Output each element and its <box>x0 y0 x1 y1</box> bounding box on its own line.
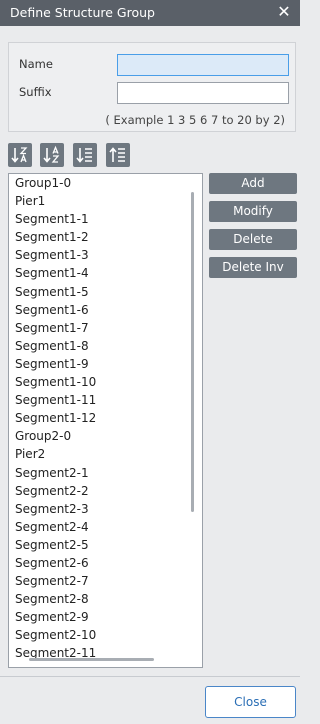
list-item[interactable]: Segment1-1 <box>9 210 202 228</box>
example-hint: ( Example 1 3 5 6 7 to 20 by 2) <box>105 113 285 127</box>
suffix-label: Suffix <box>19 85 52 99</box>
list-item[interactable]: Segment1-8 <box>9 337 202 355</box>
list-item[interactable]: Pier1 <box>9 192 202 210</box>
footer-divider <box>0 676 300 677</box>
title-bar: Define Structure Group ✕ <box>0 0 300 26</box>
add-button[interactable]: Add <box>209 173 297 194</box>
list-item[interactable]: Segment2-8 <box>9 590 202 608</box>
list-item[interactable]: Segment2-4 <box>9 518 202 536</box>
list-item[interactable]: Segment1-3 <box>9 246 202 264</box>
delete-button[interactable]: Delete <box>209 229 297 250</box>
list-item[interactable]: Pier2 <box>9 445 202 463</box>
list-item[interactable]: Segment1-2 <box>9 228 202 246</box>
sort-ascending-icon[interactable] <box>106 143 130 167</box>
list-item[interactable]: Segment1-6 <box>9 301 202 319</box>
close-button[interactable]: Close <box>205 686 296 718</box>
sort-descending-icon[interactable] <box>73 143 97 167</box>
list-item[interactable]: Segment1-10 <box>9 373 202 391</box>
list-item[interactable]: Segment2-3 <box>9 500 202 518</box>
list-item[interactable]: Segment2-9 <box>9 608 202 626</box>
sort-z-a-icon[interactable] <box>8 143 32 167</box>
close-icon[interactable]: ✕ <box>274 2 294 22</box>
modify-button[interactable]: Modify <box>209 201 297 222</box>
list-items: Group1-0 Pier1 Segment1-1 Segment1-2 Segment… <box>9 174 202 663</box>
sort-a-z-icon[interactable] <box>40 143 64 167</box>
group-form: Name Suffix ( Example 1 3 5 6 7 to 20 by… <box>8 42 296 132</box>
list-item[interactable]: Segment1-9 <box>9 355 202 373</box>
list-item[interactable]: Group2-0 <box>9 427 202 445</box>
list-item[interactable]: Segment2-6 <box>9 554 202 572</box>
list-item[interactable]: Segment2-2 <box>9 482 202 500</box>
list-item[interactable]: Segment2-7 <box>9 572 202 590</box>
delete-inv-button[interactable]: Delete Inv <box>209 257 297 278</box>
list-item[interactable]: Segment1-4 <box>9 264 202 282</box>
horizontal-scrollbar[interactable] <box>29 658 154 661</box>
list-item[interactable]: Segment2-5 <box>9 536 202 554</box>
window-title: Define Structure Group <box>10 5 155 20</box>
name-input[interactable] <box>117 54 289 76</box>
list-item[interactable]: Segment2-1 <box>9 464 202 482</box>
list-item[interactable]: Segment1-11 <box>9 391 202 409</box>
structure-group-list[interactable]: Group1-0 Pier1 Segment1-1 Segment1-2 Segment… <box>8 173 203 668</box>
name-label: Name <box>19 57 53 71</box>
list-item[interactable]: Segment1-5 <box>9 283 202 301</box>
list-item[interactable]: Segment1-12 <box>9 409 202 427</box>
vertical-scrollbar[interactable] <box>191 192 194 512</box>
list-item[interactable]: Group1-0 <box>9 174 202 192</box>
list-item[interactable]: Segment2-10 <box>9 626 202 644</box>
suffix-input[interactable] <box>117 82 289 104</box>
list-item[interactable]: Segment1-7 <box>9 319 202 337</box>
